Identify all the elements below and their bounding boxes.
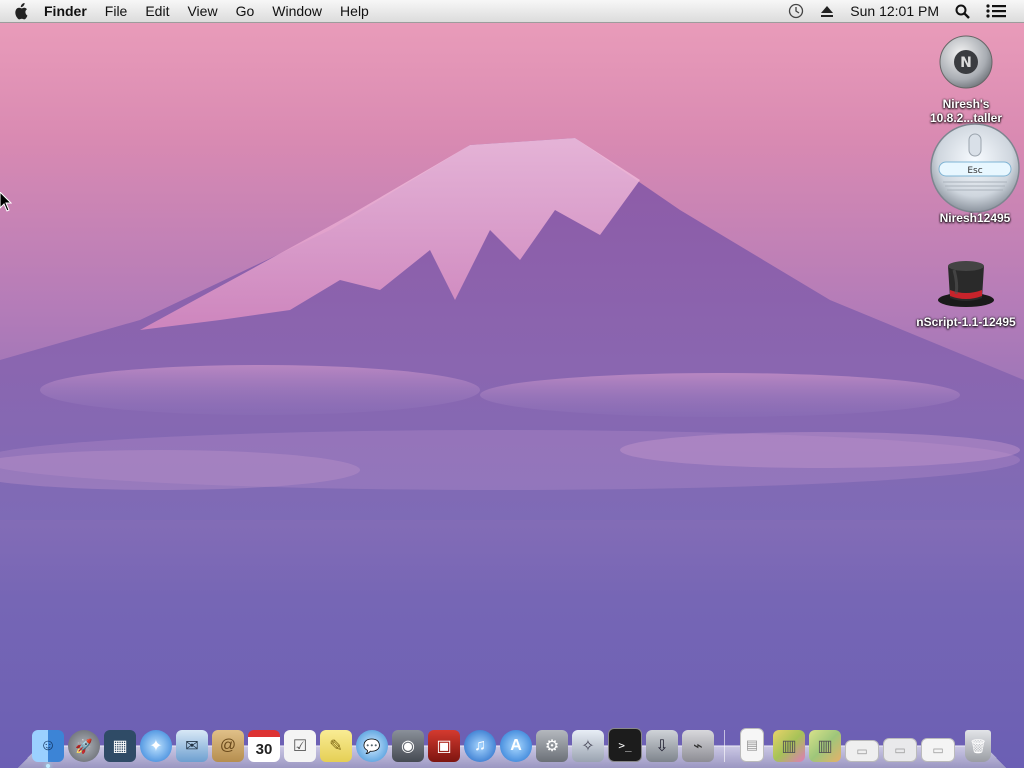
menu-view[interactable]: View <box>178 0 226 22</box>
itunes-icon[interactable]: ♫ <box>464 730 496 762</box>
contacts-icon[interactable]: @ <box>212 730 244 762</box>
folder-stack-icon[interactable]: ▭ <box>845 740 879 762</box>
eject-icon[interactable] <box>812 0 842 22</box>
app-menu-finder[interactable]: Finder <box>40 0 96 22</box>
reminders-icon[interactable]: ☑ <box>284 730 316 762</box>
document-icon[interactable]: ▤ <box>740 728 764 762</box>
pictures-stack-icon[interactable]: ▥ <box>809 730 841 762</box>
finder-icon[interactable]: ☺ <box>32 730 64 768</box>
safari-icon[interactable]: ✦ <box>140 730 172 762</box>
dock-separator <box>724 730 725 762</box>
desktop-icon-nscript[interactable]: nScript-1.1-12495 <box>911 254 1021 329</box>
mountain-illustration <box>0 138 1024 520</box>
menu-file[interactable]: File <box>96 0 137 22</box>
installer-icon[interactable]: ⇩ <box>646 730 678 762</box>
time-machine-icon[interactable] <box>780 0 812 22</box>
launchpad-icon[interactable]: 🚀 <box>68 730 100 762</box>
apple-menu-icon[interactable] <box>0 0 40 22</box>
disk-image-icon: N <box>939 35 993 89</box>
mouse-cursor-icon <box>0 191 13 217</box>
menu-window[interactable]: Window <box>263 0 331 22</box>
top-hat-icon <box>938 261 994 307</box>
documents-stack-icon[interactable]: ▭ <box>921 738 955 762</box>
facetime-icon[interactable]: ◉ <box>392 730 424 762</box>
esc-remote-icon: Esc <box>930 123 1020 213</box>
desktop-icon-installer-disk[interactable]: N Niresh's 10.8.2...taller <box>911 34 1021 125</box>
terminal-icon[interactable]: >_ <box>608 728 642 762</box>
notification-center-icon[interactable] <box>978 0 1014 22</box>
desktop-icon-label: Niresh's 10.8.2...taller <box>929 97 1003 125</box>
dock: ☺ 🚀 ▦ ✦ ✉ @ 30 ☑ ✎ 💬 ◉ ▣ ♫ A ⚙ ✧ >_ ⇩ ⌁ … <box>18 722 1006 768</box>
desktop-icon-label: nScript-1.1-12495 <box>916 315 1016 329</box>
mission-control-icon[interactable]: ▦ <box>104 730 136 762</box>
desktop-icon-niresh12495[interactable]: Esc Niresh12495 <box>920 122 1024 225</box>
app-store-icon[interactable]: A <box>500 730 532 762</box>
downloads-stack-icon[interactable]: ▭ <box>883 738 917 762</box>
calendar-icon[interactable]: 30 <box>248 730 280 762</box>
photo-booth-icon[interactable]: ▣ <box>428 730 460 762</box>
system-preferences-icon[interactable]: ⚙ <box>536 730 568 762</box>
desktop-wallpaper <box>0 0 1024 768</box>
mail-icon[interactable]: ✉ <box>176 730 208 762</box>
svg-text:N: N <box>960 55 972 71</box>
menu-edit[interactable]: Edit <box>136 0 178 22</box>
trash-icon[interactable]: 🗑 <box>965 730 991 762</box>
wizard-icon[interactable]: ✧ <box>572 730 604 762</box>
menu-help[interactable]: Help <box>331 0 378 22</box>
messages-icon[interactable]: 💬 <box>356 730 388 762</box>
menu-bar: Finder File Edit View Go Window Help Sun… <box>0 0 1024 23</box>
menu-go[interactable]: Go <box>227 0 264 22</box>
svg-text:Esc: Esc <box>967 166 982 176</box>
network-utility-icon[interactable]: ⌁ <box>682 730 714 762</box>
spotlight-search-icon[interactable] <box>947 0 978 22</box>
menubar-clock[interactable]: Sun 12:01 PM <box>842 0 947 22</box>
applications-stack-icon[interactable]: ▥ <box>773 730 805 762</box>
notes-icon[interactable]: ✎ <box>320 730 352 762</box>
